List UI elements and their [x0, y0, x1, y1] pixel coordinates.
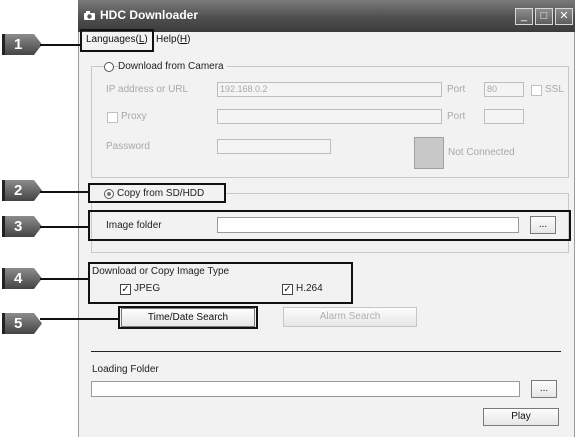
callout-2-leader	[40, 191, 88, 193]
jpeg-checkbox[interactable]: ✓	[120, 284, 131, 295]
close-button[interactable]: ✕	[555, 8, 573, 25]
callout-3: 3	[2, 216, 42, 237]
proxy-label: Proxy	[121, 111, 147, 122]
ip-field[interactable]: 192.168.0.2	[217, 82, 442, 97]
proxy-field[interactable]	[217, 109, 442, 124]
minimize-button[interactable]: _	[515, 8, 533, 25]
ip-label: IP address or URL	[106, 84, 189, 95]
h264-checkbox[interactable]: ✓	[282, 284, 293, 295]
loading-folder-label: Loading Folder	[92, 364, 159, 375]
window-title: HDC Downloader	[100, 8, 199, 22]
loading-folder-browse-button[interactable]: ...	[531, 380, 557, 398]
image-type-title: Download or Copy Image Type	[92, 266, 230, 277]
app-icon	[84, 11, 95, 20]
copy-radio-label: Copy from SD/HDD	[117, 188, 205, 199]
ssl-checkbox[interactable]	[531, 85, 542, 96]
callout-1-leader	[40, 44, 80, 46]
port-value: 80	[487, 84, 498, 94]
proxy-checkbox[interactable]	[107, 112, 118, 123]
copy-radio[interactable]	[104, 189, 114, 199]
loading-folder-field[interactable]	[91, 381, 520, 397]
h264-label: H.264	[296, 283, 323, 294]
play-button[interactable]: Play	[483, 408, 559, 426]
port-label: Port	[447, 84, 466, 95]
password-label: Password	[106, 141, 150, 152]
callout-3-leader	[40, 226, 88, 228]
separator	[91, 351, 561, 352]
callout-5: 5	[2, 313, 42, 334]
maximize-button[interactable]: □	[535, 8, 553, 25]
port-field[interactable]: 80	[484, 82, 524, 97]
connection-status: Not Connected	[448, 147, 515, 158]
camera-radio-label: Download from Camera	[118, 61, 227, 72]
callout-2: 2	[2, 180, 42, 201]
menu-help[interactable]: Help(H)	[156, 34, 190, 45]
ssl-label: SSL	[545, 84, 564, 95]
highlight-1	[80, 29, 154, 52]
alarm-search-button[interactable]: Alarm Search	[283, 307, 417, 327]
proxy-port-label: Port	[447, 111, 466, 122]
callout-4: 4	[2, 268, 42, 289]
callout-1: 1	[2, 34, 42, 55]
jpeg-label: JPEG	[134, 283, 161, 294]
callout-5-leader	[40, 318, 118, 320]
camera-radio[interactable]	[104, 62, 114, 72]
image-folder-browse-button[interactable]: ...	[530, 216, 556, 234]
callout-4-leader	[40, 278, 88, 280]
password-field[interactable]	[217, 139, 331, 154]
image-folder-field[interactable]	[217, 217, 519, 233]
ip-value: 192.168.0.2	[220, 84, 268, 94]
proxy-port-field[interactable]	[484, 109, 524, 124]
image-folder-label: Image folder	[106, 220, 162, 231]
connection-indicator	[414, 137, 444, 169]
time-date-search-button[interactable]: Time/Date Search	[121, 308, 255, 327]
